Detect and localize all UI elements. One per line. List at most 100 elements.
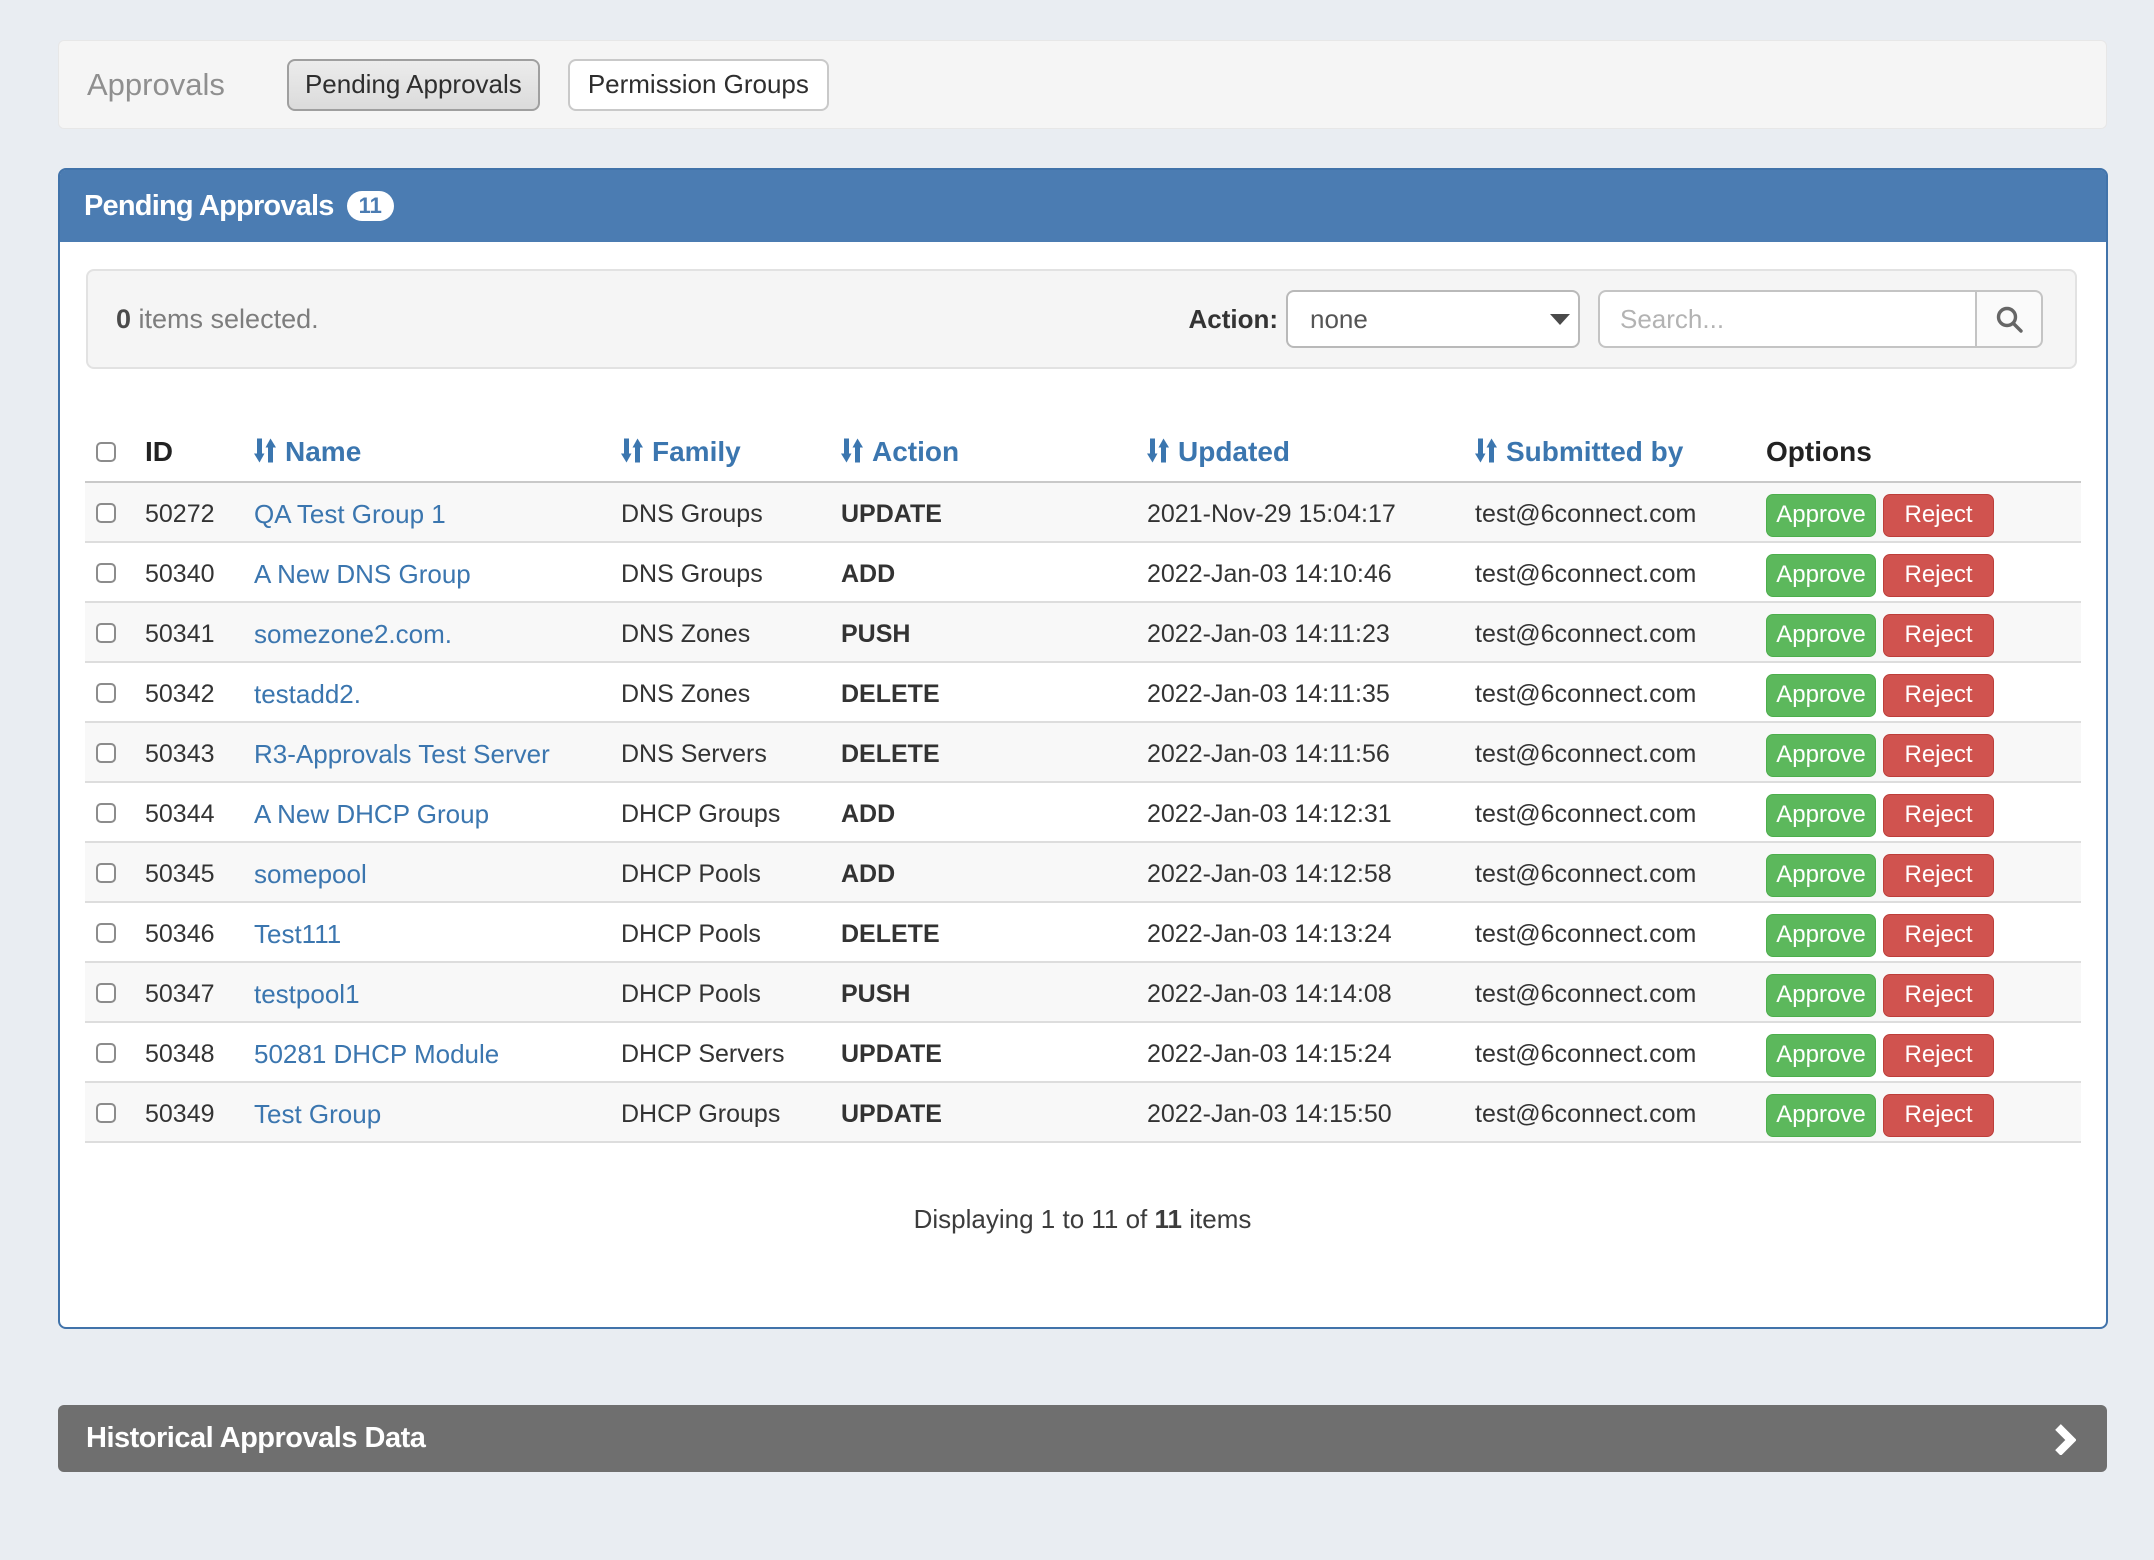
items-selected-text: 0 items selected. <box>116 304 319 335</box>
reject-button[interactable]: Reject <box>1883 914 1994 957</box>
reject-button[interactable]: Reject <box>1883 854 1994 897</box>
cell-name: 50281 DHCP Module <box>254 1022 621 1082</box>
panel-title: Pending Approvals <box>84 190 334 223</box>
historical-approvals-title: Historical Approvals Data <box>86 1422 425 1455</box>
cell-submitted-by: test@6connect.com <box>1475 1022 1766 1082</box>
item-name-link[interactable]: Test Group <box>254 1099 381 1129</box>
sort-icon <box>1475 438 1497 463</box>
cell-name: somepool <box>254 842 621 902</box>
tab-pending-approvals[interactable]: Pending Approvals <box>287 59 540 111</box>
historical-approvals-bar[interactable]: Historical Approvals Data <box>58 1405 2107 1472</box>
column-header-action[interactable]: Action <box>841 428 1147 482</box>
approve-button[interactable]: Approve <box>1766 854 1876 897</box>
cell-action: PUSH <box>841 962 1147 1022</box>
pending-approvals-table: IDNameFamilyActionUpdatedSubmitted byOpt… <box>85 428 2081 1143</box>
approve-button[interactable]: Approve <box>1766 554 1876 597</box>
column-header-family[interactable]: Family <box>621 428 841 482</box>
cell-updated: 2022-Jan-03 14:11:35 <box>1147 662 1475 722</box>
item-name-link[interactable]: A New DNS Group <box>254 559 471 589</box>
cell-id: 50346 <box>145 902 254 962</box>
cell-family: DHCP Pools <box>621 842 841 902</box>
column-header-updated[interactable]: Updated <box>1147 428 1475 482</box>
tab-permission-groups[interactable]: Permission Groups <box>568 59 829 111</box>
cell-name: testadd2. <box>254 662 621 722</box>
row-checkbox[interactable] <box>96 563 116 583</box>
cell-name: R3-Approvals Test Server <box>254 722 621 782</box>
item-name-link[interactable]: somepool <box>254 859 367 889</box>
toolbar-right: Action: none <box>1188 290 2043 348</box>
cell-updated: 2022-Jan-03 14:15:50 <box>1147 1082 1475 1142</box>
approve-button[interactable]: Approve <box>1766 1094 1876 1137</box>
item-name-link[interactable]: testpool1 <box>254 979 360 1009</box>
reject-button[interactable]: Reject <box>1883 974 1994 1017</box>
sort-icon <box>621 438 643 463</box>
cell-options: ApproveReject <box>1766 782 2081 842</box>
cell-updated: 2022-Jan-03 14:15:24 <box>1147 1022 1475 1082</box>
cell-updated: 2022-Jan-03 14:12:31 <box>1147 782 1475 842</box>
cell-updated: 2022-Jan-03 14:12:58 <box>1147 842 1475 902</box>
search-button[interactable] <box>1975 290 2043 348</box>
item-name-link[interactable]: A New DHCP Group <box>254 799 489 829</box>
item-name-link[interactable]: 50281 DHCP Module <box>254 1039 499 1069</box>
reject-button[interactable]: Reject <box>1883 554 1994 597</box>
cell-action: UPDATE <box>841 482 1147 542</box>
cell-submitted-by: test@6connect.com <box>1475 662 1766 722</box>
column-header-submitted-by[interactable]: Submitted by <box>1475 428 1766 482</box>
row-checkbox[interactable] <box>96 983 116 1003</box>
approve-button[interactable]: Approve <box>1766 674 1876 717</box>
reject-button[interactable]: Reject <box>1883 614 1994 657</box>
sort-icon <box>841 438 863 463</box>
approve-button[interactable]: Approve <box>1766 1034 1876 1077</box>
select-all-checkbox[interactable] <box>96 442 116 462</box>
cell-action: ADD <box>841 542 1147 602</box>
item-name-link[interactable]: Test111 <box>254 919 341 949</box>
table-row: 50272QA Test Group 1DNS GroupsUPDATE2021… <box>85 482 2081 542</box>
panel-body: 0 items selected. Action: none <box>60 242 2106 1327</box>
item-name-link[interactable]: testadd2. <box>254 679 361 709</box>
item-name-link[interactable]: R3-Approvals Test Server <box>254 739 550 769</box>
chevron-right-icon <box>2054 1423 2076 1455</box>
cell-action: DELETE <box>841 662 1147 722</box>
cell-submitted-by: test@6connect.com <box>1475 722 1766 782</box>
row-checkbox[interactable] <box>96 863 116 883</box>
approve-button[interactable]: Approve <box>1766 494 1876 537</box>
approve-button[interactable]: Approve <box>1766 614 1876 657</box>
reject-button[interactable]: Reject <box>1883 1034 1994 1077</box>
cell-options: ApproveReject <box>1766 1022 2081 1082</box>
search-input[interactable] <box>1598 290 1975 348</box>
approve-button[interactable]: Approve <box>1766 794 1876 837</box>
cell-family: DNS Zones <box>621 602 841 662</box>
reject-button[interactable]: Reject <box>1883 794 1994 837</box>
column-header-id: ID <box>145 428 254 482</box>
item-name-link[interactable]: somezone2.com. <box>254 619 452 649</box>
row-checkbox[interactable] <box>96 743 116 763</box>
approve-button[interactable]: Approve <box>1766 914 1876 957</box>
row-checkbox[interactable] <box>96 1103 116 1123</box>
item-name-link[interactable]: QA Test Group 1 <box>254 499 446 529</box>
cell-options: ApproveReject <box>1766 482 2081 542</box>
cell-family: DNS Zones <box>621 662 841 722</box>
cell-id: 50344 <box>145 782 254 842</box>
approve-button[interactable]: Approve <box>1766 734 1876 777</box>
sort-icon <box>1147 438 1169 463</box>
reject-button[interactable]: Reject <box>1883 1094 1994 1137</box>
cell-family: DHCP Pools <box>621 962 841 1022</box>
action-label: Action: <box>1188 304 1278 335</box>
cell-action: ADD <box>841 782 1147 842</box>
row-checkbox[interactable] <box>96 1043 116 1063</box>
search-icon <box>1994 304 2024 334</box>
approve-button[interactable]: Approve <box>1766 974 1876 1017</box>
row-checkbox[interactable] <box>96 803 116 823</box>
reject-button[interactable]: Reject <box>1883 494 1994 537</box>
action-select[interactable]: none <box>1286 290 1580 348</box>
row-checkbox[interactable] <box>96 683 116 703</box>
row-checkbox[interactable] <box>96 503 116 523</box>
reject-button[interactable]: Reject <box>1883 734 1994 777</box>
cell-id: 50342 <box>145 662 254 722</box>
reject-button[interactable]: Reject <box>1883 674 1994 717</box>
row-checkbox[interactable] <box>96 623 116 643</box>
column-header-name[interactable]: Name <box>254 428 621 482</box>
chevron-down-icon <box>1550 314 1570 325</box>
row-checkbox[interactable] <box>96 923 116 943</box>
cell-options: ApproveReject <box>1766 662 2081 722</box>
